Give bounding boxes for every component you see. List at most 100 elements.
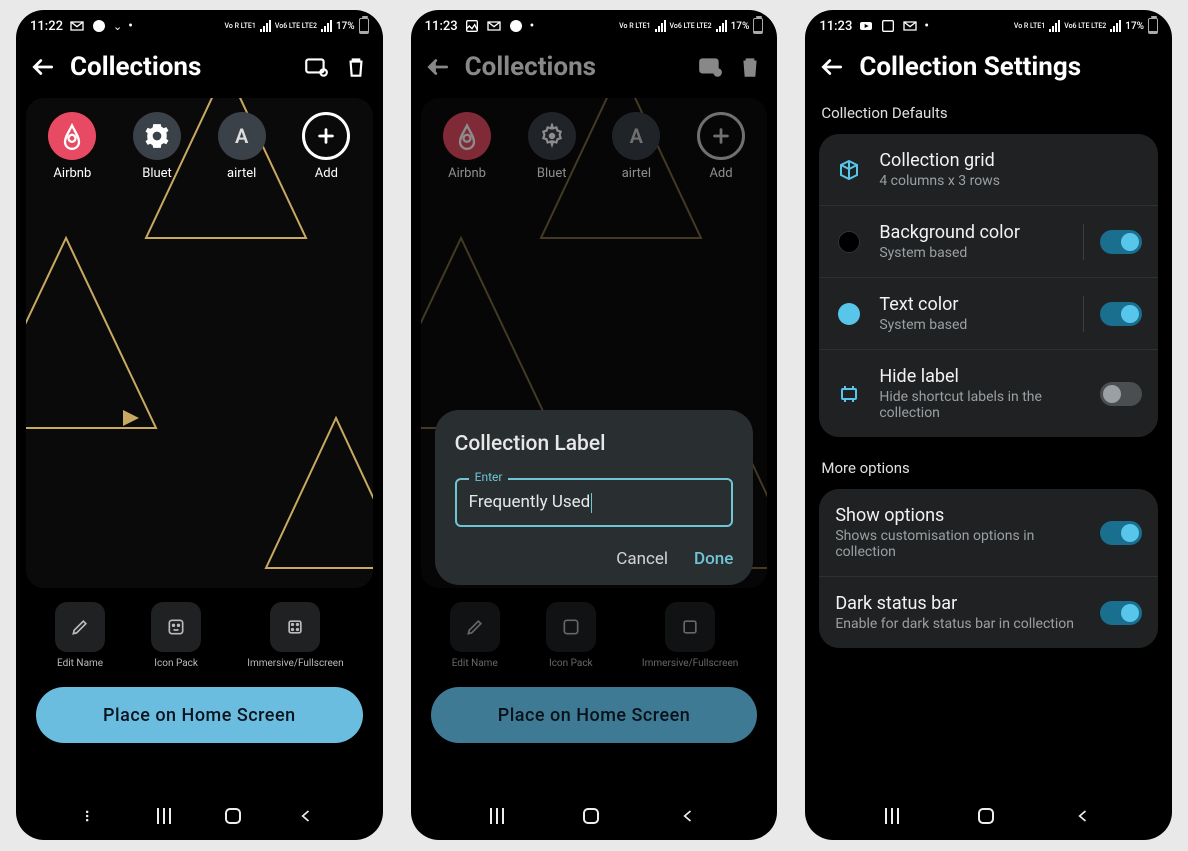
back-button[interactable] (296, 806, 316, 826)
gmail-icon (486, 18, 502, 34)
row-subtitle: Hide shortcut labels in the collection (879, 389, 1084, 421)
defaults-card: Collection grid4 columns x 3 rows Backgr… (819, 134, 1158, 437)
cast-settings-icon[interactable] (303, 54, 329, 80)
signal1-icon (1049, 20, 1060, 32)
tool-icon-pack[interactable]: Icon Pack (546, 602, 596, 669)
dot-icon: • (924, 19, 929, 34)
button-label: Place on Home Screen (498, 705, 691, 726)
status-time: 11:23 (425, 19, 458, 34)
gmail-icon (902, 18, 918, 34)
place-on-home-button[interactable]: Place on Home Screen (36, 687, 363, 743)
appbar: Collection Settings (805, 42, 1172, 98)
back-icon[interactable] (30, 54, 56, 80)
triangle-decoration (256, 408, 373, 588)
collection-preview: Airbnb Bluet A airtel Add (26, 98, 373, 588)
back-icon[interactable] (425, 54, 451, 80)
app-bluet[interactable]: Bluet (517, 112, 586, 181)
net1-label: Vo R LTE1 (619, 23, 650, 30)
cast-settings-icon[interactable] (697, 54, 723, 80)
input-value: Frequently Used (469, 492, 591, 512)
toggle-show-options[interactable] (1100, 521, 1142, 545)
row-text-color[interactable]: Text colorSystem based (819, 277, 1158, 349)
home-button[interactable] (978, 808, 994, 824)
page-title: Collections (465, 52, 684, 82)
signal2-icon (1110, 20, 1121, 32)
dot-icon: • (530, 19, 535, 34)
place-on-home-button[interactable]: Place on Home Screen (431, 687, 758, 743)
label-input[interactable]: Enter Frequently Used (455, 478, 734, 527)
dropdown-icon: ⌄ (113, 20, 122, 33)
back-button[interactable] (1073, 806, 1093, 826)
net2-label: Vo6 LTE LTE2 (275, 23, 317, 30)
input-legend: Enter (469, 470, 509, 484)
toggle-hide-label[interactable] (1100, 382, 1142, 406)
appbar: Collections (411, 42, 778, 98)
tool-label: Edit Name (452, 658, 498, 669)
toggle-dark-status[interactable] (1100, 601, 1142, 625)
app-airbnb[interactable]: Airbnb (433, 112, 502, 181)
net1-label: Vo R LTE1 (225, 23, 256, 30)
tool-icon-pack[interactable]: Icon Pack (151, 602, 201, 669)
row-dark-status-bar[interactable]: Dark status barEnable for dark status ba… (819, 576, 1158, 648)
recent-apps-button[interactable] (885, 808, 899, 824)
app-add[interactable]: Add (292, 112, 361, 181)
app-label: Add (315, 166, 338, 181)
row-hide-label[interactable]: Hide labelHide shortcut labels in the co… (819, 349, 1158, 437)
row-background-color[interactable]: Background colorSystem based (819, 205, 1158, 277)
app-bluet[interactable]: Bluet (123, 112, 192, 181)
toggle-background-color[interactable] (1100, 230, 1142, 254)
done-button[interactable]: Done (694, 549, 733, 569)
page-title: Collection Settings (859, 52, 1158, 82)
app-airtel[interactable]: Aairtel (602, 112, 671, 181)
battery-pct: 17% (731, 21, 750, 32)
plus-icon (710, 125, 732, 147)
row-subtitle: System based (879, 245, 1067, 261)
toggle-text-color[interactable] (1100, 302, 1142, 326)
section-header: More options (821, 459, 1156, 477)
row-show-options[interactable]: Show optionsShows customisation options … (819, 489, 1158, 576)
sticker-icon (166, 617, 186, 637)
back-icon[interactable] (819, 54, 845, 80)
row-subtitle: Shows customisation options in collectio… (835, 528, 1084, 560)
dot-icon: • (128, 19, 133, 34)
recent-apps-button[interactable] (157, 808, 171, 824)
tool-label: Edit Name (57, 658, 103, 669)
home-button[interactable] (225, 808, 241, 824)
toolbar: Edit Name Icon Pack Immersive/Fullscreen (26, 602, 373, 669)
tool-edit-name[interactable]: Edit Name (450, 602, 500, 669)
cancel-button[interactable]: Cancel (616, 549, 668, 569)
app-label: Airbnb (448, 166, 486, 181)
statusbar: 11:23 • Vo R LTE1 Vo6 LTE LTE2 17% (805, 10, 1172, 42)
tool-immersive[interactable]: Immersive/Fullscreen (642, 602, 738, 669)
triangle-decoration (26, 228, 166, 448)
statusbar: 11:22 ⌄ • Vo R LTE1 Vo6 LTE LTE2 17% (16, 10, 383, 42)
home-button[interactable] (583, 808, 599, 824)
net2-label: Vo6 LTE LTE2 (670, 23, 712, 30)
row-subtitle: System based (879, 317, 1067, 333)
grid-icon (680, 617, 700, 637)
airbnb-icon (58, 122, 86, 150)
app-label: airtel (622, 166, 651, 181)
row-subtitle: 4 columns x 3 rows (879, 173, 1142, 189)
dialog-title: Collection Label (455, 432, 734, 456)
tool-immersive[interactable]: Immersive/Fullscreen (247, 602, 343, 669)
tool-label: Immersive/Fullscreen (247, 658, 343, 669)
row-collection-grid[interactable]: Collection grid4 columns x 3 rows (819, 134, 1158, 205)
app-airtel[interactable]: A airtel (207, 112, 276, 181)
app-add[interactable]: Add (687, 112, 756, 181)
delete-icon[interactable] (343, 54, 369, 80)
app-label: Bluet (142, 166, 172, 181)
back-button[interactable] (678, 806, 698, 826)
section-header: Collection Defaults (821, 104, 1156, 122)
signal1-icon (260, 20, 271, 32)
delete-icon[interactable] (737, 54, 763, 80)
row-title: Show options (835, 505, 1084, 526)
app-airbnb[interactable]: Airbnb (38, 112, 107, 181)
button-label: Place on Home Screen (103, 705, 296, 726)
recent-apps-button[interactable] (83, 806, 103, 826)
page-title: Collections (70, 52, 289, 82)
recent-apps-button[interactable] (490, 808, 504, 824)
plus-icon (315, 125, 337, 147)
tool-edit-name[interactable]: Edit Name (55, 602, 105, 669)
row-title: Dark status bar (835, 593, 1084, 614)
